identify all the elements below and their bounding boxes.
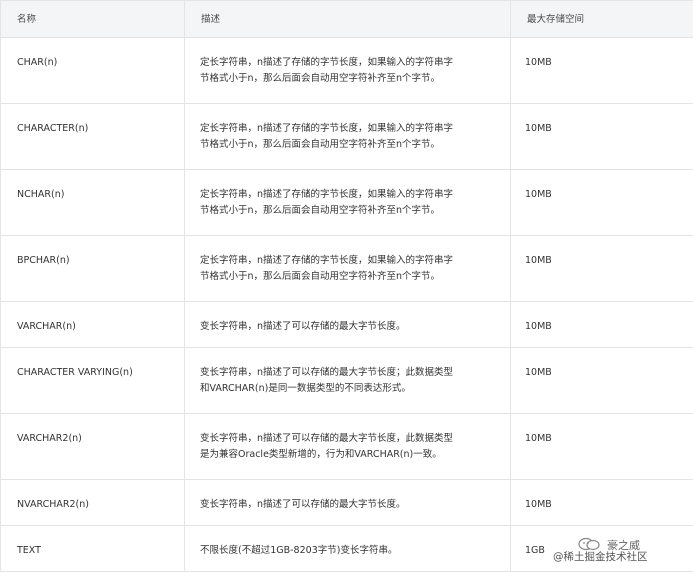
data-type-table: 名称 描述 最大存储空间 CHAR(n) 定长字符串，n描述了存储的字节长度，如… (0, 0, 693, 572)
cell-name: NCHAR(n) (0, 169, 185, 236)
table-row: CHARACTER(n) 定长字符串，n描述了存储的字节长度，如果输入的字符串字… (0, 103, 693, 170)
description-line: 变长字符串，n描述了可以存储的最大字节长度；此数据类型 (200, 367, 454, 378)
cell-max-storage: 10MB (510, 413, 693, 480)
table-row: BPCHAR(n) 定长字符串，n描述了存储的字节长度，如果输入的字符串字 节格式… (0, 235, 693, 302)
cell-max-storage: 10MB (510, 235, 693, 302)
description-line: 节格式小于n，那么后面会自动用空字符补齐至n个字节。 (200, 73, 441, 84)
cell-name: VARCHAR2(n) (0, 413, 185, 480)
cell-max-storage: 10MB (510, 479, 693, 526)
header-name: 名称 (0, 0, 185, 38)
table-row: CHAR(n) 定长字符串，n描述了存储的字节长度，如果输入的字符串字 节格式小于… (0, 37, 693, 104)
header-description: 描述 (184, 0, 511, 38)
description-line: 定长字符串，n描述了存储的字节长度，如果输入的字符串字 (200, 57, 454, 68)
description-line: 节格式小于n，那么后面会自动用空字符补齐至n个字节。 (200, 139, 441, 150)
cell-description: 定长字符串，n描述了存储的字节长度，如果输入的字符串字 节格式小于n，那么后面会自… (184, 169, 511, 236)
cell-name: NVARCHAR2(n) (0, 479, 185, 526)
cell-name: CHAR(n) (0, 37, 185, 104)
header-max-storage: 最大存储空间 (510, 0, 693, 38)
description-line: 和VARCHAR(n)是同一数据类型的不同表达形式。 (200, 383, 411, 394)
table-row: VARCHAR(n) 变长字符串，n描述了可以存储的最大字节长度。 10MB (0, 301, 693, 348)
cell-description: 定长字符串，n描述了存储的字节长度，如果输入的字符串字 节格式小于n，那么后面会自… (184, 103, 511, 170)
cell-max-storage: 10MB (510, 169, 693, 236)
cell-name: CHARACTER VARYING(n) (0, 347, 185, 414)
description-line: 定长字符串，n描述了存储的字节长度，如果输入的字符串字 (200, 255, 454, 266)
description-line: 是为兼容Oracle类型新增的，行为和VARCHAR(n)一致。 (200, 449, 442, 460)
table-row: NVARCHAR2(n) 变长字符串，n描述了可以存储的最大字节长度。 10MB (0, 479, 693, 526)
cell-name: CHARACTER(n) (0, 103, 185, 170)
description-line: 节格式小于n，那么后面会自动用空字符补齐至n个字节。 (200, 205, 441, 216)
table-header-row: 名称 描述 最大存储空间 (0, 0, 693, 38)
cell-description: 不限长度(不超过1GB-8203字节)变长字符串。 (184, 525, 511, 572)
cell-max-storage: 10MB (510, 103, 693, 170)
cell-description: 定长字符串，n描述了存储的字节长度，如果输入的字符串字 节格式小于n，那么后面会自… (184, 235, 511, 302)
description-line: 定长字符串，n描述了存储的字节长度，如果输入的字符串字 (200, 189, 454, 200)
cell-description: 变长字符串，n描述了可以存储的最大字节长度。 (184, 301, 511, 348)
description-line: 节格式小于n，那么后面会自动用空字符补齐至n个字节。 (200, 271, 441, 282)
cell-max-storage: 10MB (510, 37, 693, 104)
cell-description: 定长字符串，n描述了存储的字节长度，如果输入的字符串字 节格式小于n，那么后面会自… (184, 37, 511, 104)
cell-description: 变长字符串，n描述了可以存储的最大字节长度；此数据类型 和VARCHAR(n)是同… (184, 347, 511, 414)
cell-name: TEXT (0, 525, 185, 572)
description-line: 不限长度(不超过1GB-8203字节)变长字符串。 (200, 545, 398, 556)
watermark: 豪之威 @稀土掘金技术社区 (527, 537, 687, 567)
description-line: 变长字符串，n描述了可以存储的最大字节长度。 (200, 321, 406, 332)
cell-name: BPCHAR(n) (0, 235, 185, 302)
cell-name: VARCHAR(n) (0, 301, 185, 348)
cell-description: 变长字符串，n描述了可以存储的最大字节长度。 (184, 479, 511, 526)
table-row: NCHAR(n) 定长字符串，n描述了存储的字节长度，如果输入的字符串字 节格式小… (0, 169, 693, 236)
cell-max-storage: 10MB (510, 301, 693, 348)
cell-max-storage: 10MB (510, 347, 693, 414)
description-line: 变长字符串，n描述了可以存储的最大字节长度。 (200, 499, 406, 510)
description-line: 定长字符串，n描述了存储的字节长度，如果输入的字符串字 (200, 123, 454, 134)
description-line: 变长字符串，n描述了可以存储的最大字节长度，此数据类型 (200, 433, 454, 444)
table-row: VARCHAR2(n) 变长字符串，n描述了可以存储的最大字节长度，此数据类型是… (0, 413, 693, 480)
watermark-source: @稀土掘金技术社区 (553, 551, 648, 563)
table-row: CHARACTER VARYING(n) 变长字符串，n描述了可以存储的最大字节… (0, 347, 693, 414)
cell-description: 变长字符串，n描述了可以存储的最大字节长度，此数据类型 是为兼容Oracle类型新… (184, 413, 511, 480)
